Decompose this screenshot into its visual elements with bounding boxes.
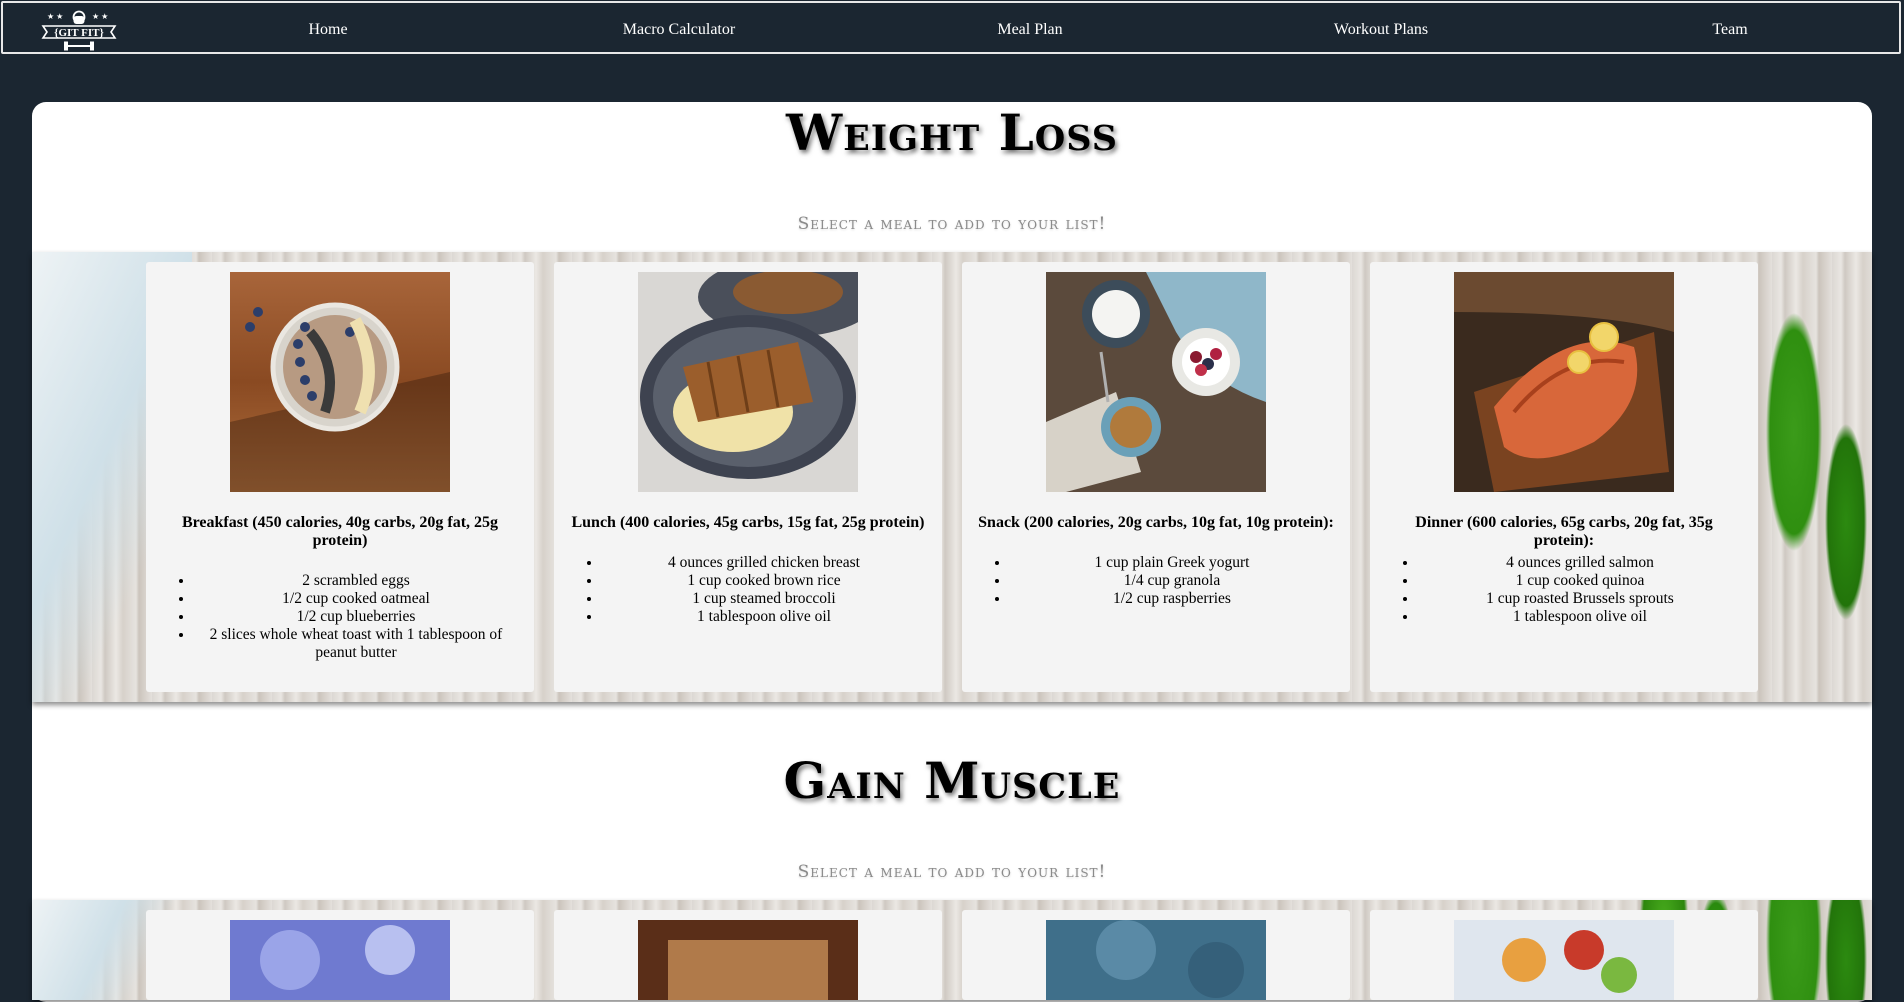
list-item: 1/2 cup raspberries <box>1010 590 1334 608</box>
meal-card-lunch[interactable]: Lunch (400 calories, 45g carbs, 15g fat,… <box>554 257 942 692</box>
list-item: 1 cup steamed broccoli <box>602 590 926 608</box>
list-item: 4 ounces grilled chicken breast <box>602 554 926 572</box>
section-title-weight-loss: Weight Loss <box>785 103 1119 162</box>
meal-strip-gain-muscle <box>32 900 1872 1000</box>
meal-heading-dinner: Dinner (600 calories, 65g carbs, 20g fat… <box>1415 514 1713 549</box>
nav-meal-plan[interactable]: Meal Plan <box>997 21 1062 39</box>
nav-workout-plans[interactable]: Workout Plans <box>1334 21 1428 39</box>
meal-items-dinner: 4 ounces grilled salmon 1 cup cooked qui… <box>1398 554 1742 626</box>
meal-items-snack: 1 cup plain Greek yogurt 1/4 cup granola… <box>990 554 1334 608</box>
lunch-photo <box>638 257 878 492</box>
nav-team[interactable]: Team <box>1712 21 1747 39</box>
section-subtitle-gain-muscle: Select a meal to add to your list! <box>797 862 1107 882</box>
list-item: 1 cup cooked brown rice <box>602 572 926 590</box>
snack-photo <box>1046 272 1266 492</box>
list-item: 2 slices whole wheat toast with 1 tables… <box>194 626 518 662</box>
meal-heading-lunch: Lunch (400 calories, 45g carbs, 15g fat,… <box>571 514 925 531</box>
meal-heading-breakfast: Breakfast (450 calories, 40g carbs, 20g … <box>181 514 499 549</box>
meal-card-gain-3[interactable] <box>962 910 1350 1000</box>
meal-card-gain-2[interactable] <box>554 910 942 1000</box>
git-fit-logo[interactable]: ★ ★ ★ ★ {GIT FIT} <box>37 6 121 52</box>
svg-text:★ ★: ★ ★ <box>47 12 63 21</box>
meal-card-breakfast[interactable]: Breakfast (450 calories, 40g carbs, 20g … <box>146 262 534 692</box>
svg-text:★ ★: ★ ★ <box>92 12 108 21</box>
list-item: 2 scrambled eggs <box>194 572 518 590</box>
meal-items-breakfast: 2 scrambled eggs 1/2 cup cooked oatmeal … <box>174 572 518 662</box>
nav-macro-calculator[interactable]: Macro Calculator <box>623 21 735 39</box>
meal-photo <box>638 920 858 1000</box>
section-subtitle-weight-loss: Select a meal to add to your list! <box>797 214 1107 234</box>
meal-card-gain-4[interactable] <box>1370 910 1758 1000</box>
top-nav: ★ ★ ★ ★ {GIT FIT} Home Macro Calculator … <box>1 1 1901 54</box>
list-item: 1 cup cooked quinoa <box>1418 572 1742 590</box>
list-item: 1/2 cup cooked oatmeal <box>194 590 518 608</box>
list-item: 1/4 cup granola <box>1010 572 1334 590</box>
list-item: 4 ounces grilled salmon <box>1418 554 1742 572</box>
meal-plan-panel: Weight Loss Select a meal to add to your… <box>32 102 1872 1002</box>
breakfast-photo <box>230 272 450 492</box>
meal-card-dinner[interactable]: Dinner (600 calories, 65g carbs, 20g fat… <box>1370 262 1758 692</box>
meal-card-gain-1[interactable] <box>146 910 534 1000</box>
section-title-gain-muscle: Gain Muscle <box>783 751 1121 810</box>
dinner-photo <box>1454 272 1674 492</box>
list-item: 1 tablespoon olive oil <box>1418 608 1742 626</box>
meal-photo <box>230 920 450 1000</box>
list-item: 1 tablespoon olive oil <box>602 608 926 626</box>
nav-home[interactable]: Home <box>308 21 347 39</box>
meal-card-snack[interactable]: Snack (200 calories, 20g carbs, 10g fat,… <box>962 262 1350 692</box>
svg-text:{GIT FIT}: {GIT FIT} <box>54 27 104 39</box>
meal-strip-weight-loss: Breakfast (450 calories, 40g carbs, 20g … <box>32 252 1872 702</box>
meal-items-lunch: 4 ounces grilled chicken breast 1 cup co… <box>582 554 926 626</box>
list-item: 1/2 cup blueberries <box>194 608 518 626</box>
list-item: 1 cup roasted Brussels sprouts <box>1418 590 1742 608</box>
list-item: 1 cup plain Greek yogurt <box>1010 554 1334 572</box>
meal-photo <box>1046 920 1266 1000</box>
meal-photo <box>1454 920 1674 1000</box>
meal-heading-snack: Snack (200 calories, 20g carbs, 10g fat,… <box>978 514 1334 531</box>
